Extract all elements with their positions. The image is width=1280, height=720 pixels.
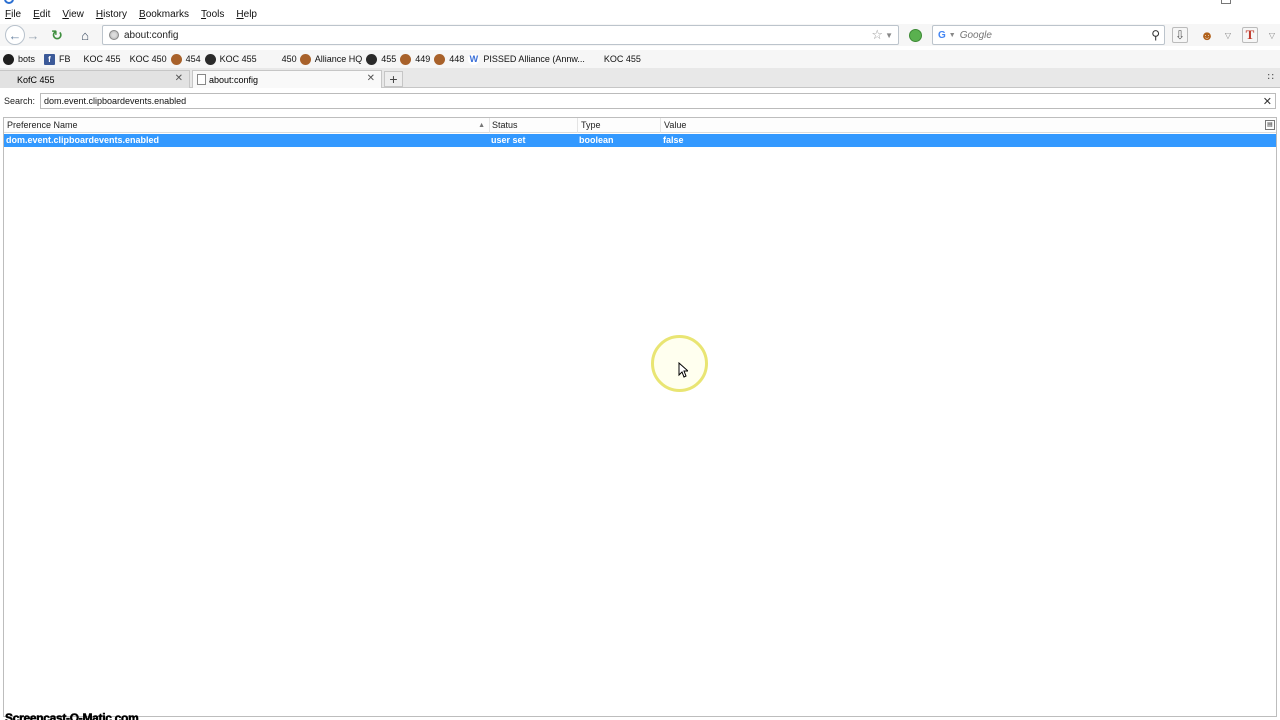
bookmark-item[interactable]: 454 xyxy=(170,53,201,65)
addon-icon[interactable] xyxy=(909,29,922,42)
bookmark-item[interactable]: KOC 455 xyxy=(204,53,257,65)
clear-search-icon[interactable]: ✕ xyxy=(1263,95,1272,108)
greasemonkey-dropdown-icon[interactable]: ▽ xyxy=(1220,27,1236,43)
screencast-watermark: Screencast-O-Matic.com xyxy=(5,711,139,720)
dark-circle-icon xyxy=(3,53,14,65)
bookmark-item[interactable]: KOC 455 xyxy=(84,54,121,64)
greasemonkey-icon[interactable]: ☻ xyxy=(1199,27,1215,43)
lion-icon xyxy=(170,53,182,65)
config-search-row: Search: xyxy=(4,93,42,109)
url-bar[interactable]: about:config ☆ ▼ xyxy=(102,25,899,45)
bookmark-item[interactable]: 450 xyxy=(282,54,297,64)
download-icon[interactable]: ⇩ xyxy=(1172,27,1188,43)
column-header-type[interactable]: Type xyxy=(578,118,661,133)
w-icon: W xyxy=(468,53,480,65)
tab-kofc-455[interactable]: KofC 455 ✕ xyxy=(0,70,190,88)
menu-edit[interactable]: Edit xyxy=(33,9,50,20)
tab-strip: KofC 455 ✕ about:config ✕ + ∷ xyxy=(0,68,1280,88)
close-tab-icon[interactable]: ✕ xyxy=(175,73,183,84)
new-tab-button[interactable]: + xyxy=(384,71,403,87)
web-search-input[interactable] xyxy=(959,29,1152,41)
menu-icon[interactable]: ▽ xyxy=(1264,27,1280,43)
preferences-table: Preference Name ▲ Status Type Value ▤ do… xyxy=(3,117,1277,717)
sort-ascending-icon: ▲ xyxy=(478,122,485,129)
pref-value-cell: false xyxy=(663,135,684,145)
table-header: Preference Name ▲ Status Type Value ▤ xyxy=(4,118,1276,133)
menu-history[interactable]: History xyxy=(96,9,127,20)
search-icon[interactable]: ⚲ xyxy=(1151,28,1160,42)
tab-label: KofC 455 xyxy=(17,74,55,85)
bookmark-item[interactable]: KOC 450 xyxy=(130,54,167,64)
lion-icon xyxy=(299,53,311,65)
page-icon xyxy=(197,74,206,85)
menu-file[interactable]: File xyxy=(5,9,21,20)
pref-search-field[interactable]: ✕ xyxy=(40,93,1276,109)
column-header-status[interactable]: Status xyxy=(490,118,578,133)
back-icon: ← xyxy=(8,27,22,43)
reload-icon: ↻ xyxy=(51,26,63,43)
menu-view[interactable]: View xyxy=(62,9,84,20)
bookmark-item[interactable]: f FB xyxy=(44,53,71,65)
config-page: Search: ✕ Preference Name ▲ Status Type … xyxy=(0,89,1280,720)
bookmark-item[interactable]: KOC 455 xyxy=(604,54,641,64)
pref-search-input[interactable] xyxy=(41,96,1263,106)
menu-help[interactable]: Help xyxy=(236,9,257,20)
mouse-cursor-icon xyxy=(678,362,688,378)
search-engine-dropdown-icon[interactable]: ▼ xyxy=(949,32,956,39)
bookmark-item[interactable]: 449 xyxy=(400,53,430,65)
plus-icon: + xyxy=(389,71,398,87)
column-header-value[interactable]: Value xyxy=(661,118,1261,133)
menu-bookmarks[interactable]: Bookmarks xyxy=(139,9,189,20)
bookmarks-toolbar: bots f FB KOC 455 KOC 450 454 KOC 455 450… xyxy=(0,50,1280,68)
navigation-toolbar: ← → ↻ ⌂ about:config ☆ ▼ G ▼ ⚲ ⇩ ☻ ▽ T ▽ xyxy=(0,24,1280,46)
bookmark-item[interactable]: 448 xyxy=(434,53,464,65)
crown-icon xyxy=(366,53,378,65)
url-dropdown-icon[interactable]: ▼ xyxy=(885,31,893,40)
forward-button[interactable]: → xyxy=(26,25,40,45)
url-text[interactable]: about:config xyxy=(124,30,871,41)
forward-icon: → xyxy=(26,27,40,43)
search-bar[interactable]: G ▼ ⚲ xyxy=(932,25,1165,45)
tab-label: about:config xyxy=(209,74,259,85)
facebook-icon: f xyxy=(44,53,56,65)
home-icon: ⌂ xyxy=(81,27,89,43)
pref-type-cell: boolean xyxy=(579,135,614,145)
table-row[interactable]: dom.event.clipboardevents.enabled user s… xyxy=(4,134,1276,147)
pref-name-cell: dom.event.clipboardevents.enabled xyxy=(6,135,160,145)
menu-bar: File Edit View History Bookmarks Tools H… xyxy=(0,4,1280,24)
list-all-tabs-icon[interactable]: ∷ xyxy=(1268,72,1274,83)
reload-button[interactable]: ↻ xyxy=(48,25,66,45)
lion-icon xyxy=(434,53,446,65)
bookmark-item[interactable]: bots xyxy=(3,53,35,65)
lion-icon xyxy=(400,53,412,65)
bookmark-item[interactable]: Alliance HQ xyxy=(299,53,362,65)
home-button[interactable]: ⌂ xyxy=(76,25,94,45)
search-label: Search: xyxy=(4,96,36,106)
bookmark-star-icon[interactable]: ☆ xyxy=(871,27,883,43)
menu-tools[interactable]: Tools xyxy=(201,9,224,20)
back-button[interactable]: ← xyxy=(5,25,25,45)
bookmark-item[interactable]: 455 xyxy=(366,53,396,65)
t-icon[interactable]: T xyxy=(1242,27,1258,43)
column-header-preference-name[interactable]: Preference Name ▲ xyxy=(4,118,490,133)
google-icon[interactable]: G xyxy=(938,30,946,41)
bookmark-item[interactable]: W PISSED Alliance (Annw... xyxy=(468,53,585,65)
tab-about-config[interactable]: about:config ✕ xyxy=(192,70,382,88)
pref-status-cell: user set xyxy=(491,135,526,145)
close-tab-icon[interactable]: ✕ xyxy=(367,73,375,84)
column-picker-icon[interactable]: ▤ xyxy=(1265,120,1275,130)
site-identity-icon[interactable] xyxy=(109,30,119,40)
crown-icon xyxy=(204,53,216,65)
